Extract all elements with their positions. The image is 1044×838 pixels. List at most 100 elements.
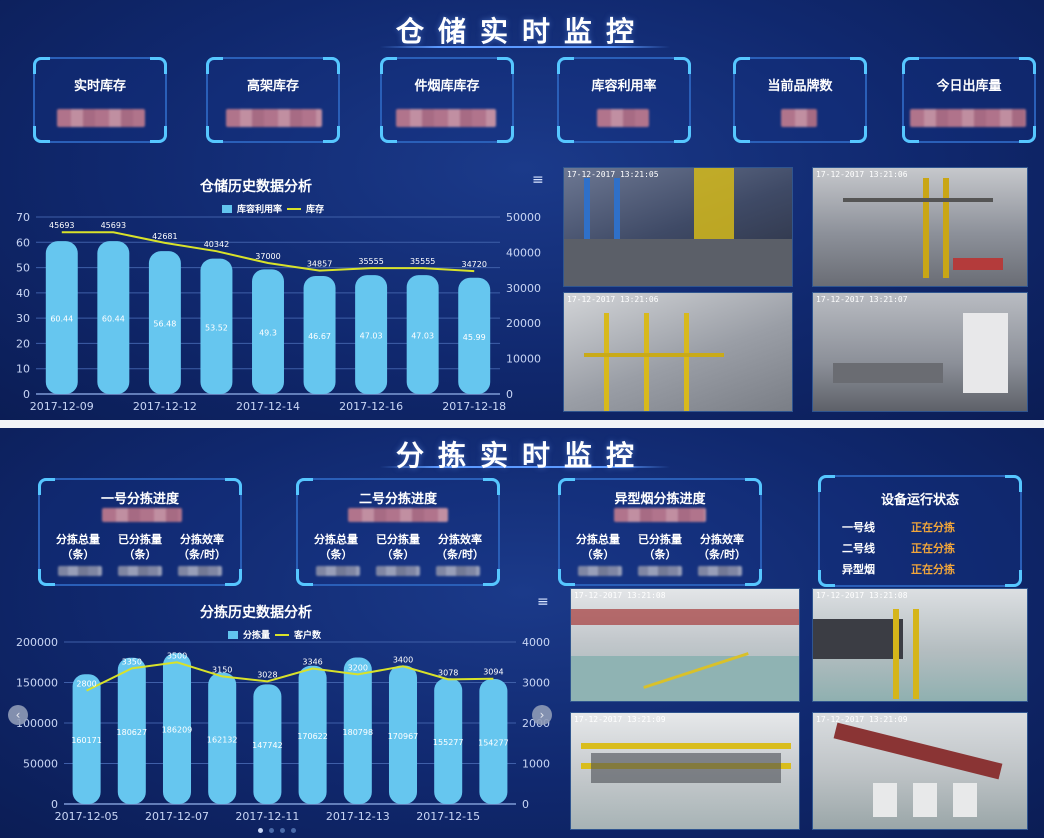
camera-feed[interactable]: 17-12-2017 13:21:08 <box>812 588 1028 702</box>
warehouse-history-chart: 0102030405060700100002000030000400005000… <box>16 211 541 413</box>
camera-feed[interactable]: 17-12-2017 13:21:05 <box>563 167 793 287</box>
masked-value <box>316 566 360 576</box>
y-tick-label-left: 10 <box>16 363 30 376</box>
bar-data-label: 47.03 <box>411 332 434 341</box>
line-data-label: 3346 <box>302 657 322 666</box>
y-tick-label-right: 0 <box>506 388 513 401</box>
camera-feed[interactable]: 17-12-2017 13:21:09 <box>812 712 1028 830</box>
equipment-status-card[interactable]: 设备运行状态 一号线 正在分拣 二号线 正在分拣 异型烟 正在分拣 <box>818 475 1022 587</box>
y-tick-label-left: 40 <box>16 287 30 300</box>
y-tick-label-right: 40000 <box>506 246 541 259</box>
sorting-progress-line-2[interactable]: 二号分拣进度 分拣总量（条） 已分拣量（条） 分拣效率（条/时） <box>296 478 500 586</box>
kpi-card-realtime-stock[interactable]: 实时库存 <box>33 57 167 143</box>
line-data-label: 45693 <box>49 221 74 230</box>
col-label-efficiency: 分拣效率（条/时） <box>697 533 747 561</box>
sorting-history-chart: 0500001000001500002000000100020003000400… <box>16 636 550 823</box>
bar-data-label: 186209 <box>162 726 193 735</box>
x-tick-label: 2017-12-15 <box>416 810 480 823</box>
kpi-card-capacity-usage[interactable]: 库容利用率 <box>557 57 691 143</box>
masked-value <box>436 566 480 576</box>
line-data-label: 45693 <box>101 221 126 230</box>
bar-data-label: 60.44 <box>50 315 73 324</box>
sorting-progress-special[interactable]: 异型烟分拣进度 分拣总量（条） 已分拣量（条） 分拣效率（条/时） <box>558 478 762 586</box>
col-label-sorted: 已分拣量（条） <box>638 533 682 561</box>
carousel-dot <box>269 828 274 833</box>
line-data-label: 3400 <box>393 655 413 664</box>
x-tick-label: 2017-12-18 <box>442 400 506 413</box>
camera-feed[interactable]: 17-12-2017 13:21:06 <box>812 167 1028 287</box>
col-label-total: 分拣总量（条） <box>314 533 358 561</box>
masked-value <box>102 508 182 522</box>
camera-timestamp: 17-12-2017 13:21:05 <box>567 170 659 179</box>
masked-value <box>597 109 649 127</box>
x-tick-label: 2017-12-12 <box>133 400 197 413</box>
status-row: 二号线 正在分拣 <box>842 540 955 556</box>
kpi-card-carton-stock[interactable]: 件烟库库存 <box>380 57 514 143</box>
line-data-label: 3500 <box>167 651 187 660</box>
x-tick-label: 2017-12-05 <box>55 810 119 823</box>
y-tick-label-left: 70 <box>16 211 30 224</box>
y-tick-label-right: 10000 <box>506 353 541 366</box>
kpi-label: 高架库存 <box>246 79 299 94</box>
masked-value <box>614 508 706 522</box>
y-tick-label-right: 3000 <box>522 677 550 690</box>
masked-value <box>781 109 817 127</box>
camera-feed[interactable]: 17-12-2017 13:21:06 <box>563 292 793 412</box>
y-tick-label-right: 30000 <box>506 282 541 295</box>
y-tick-label-right: 20000 <box>506 317 541 330</box>
kpi-card-high-bay-stock[interactable]: 高架库存 <box>206 57 340 143</box>
masked-value <box>910 109 1026 127</box>
y-tick-label-left: 60 <box>16 236 30 249</box>
line-data-label: 3350 <box>122 657 142 666</box>
carousel-prev-button[interactable]: ‹ <box>8 705 28 725</box>
masked-value <box>58 566 102 576</box>
masked-value <box>578 566 622 576</box>
carousel-dots[interactable] <box>258 828 296 833</box>
line-data-label: 3150 <box>212 665 232 674</box>
sorting-progress-title: 一号分拣进度 <box>100 492 179 507</box>
sorting-progress-title: 异型烟分拣进度 <box>614 492 706 507</box>
masked-value <box>698 566 742 576</box>
y-tick-label-left: 50000 <box>23 758 58 771</box>
status-title: 设备运行状态 <box>880 493 959 508</box>
kpi-label: 件烟库库存 <box>414 79 480 94</box>
x-tick-label: 2017-12-14 <box>236 400 300 413</box>
series-line <box>86 661 494 692</box>
carousel-next-button[interactable]: › <box>532 705 552 725</box>
kpi-label: 今日出库量 <box>936 79 1002 94</box>
panel-divider <box>0 420 1044 428</box>
kpi-label: 库容利用率 <box>591 79 657 94</box>
sorting-progress-line-1[interactable]: 一号分拣进度 分拣总量（条） 已分拣量（条） 分拣效率（条/时） <box>38 478 242 586</box>
status-row: 一号线 正在分拣 <box>842 519 955 535</box>
masked-value <box>118 566 162 576</box>
sorting-progress-title: 二号分拣进度 <box>358 492 437 507</box>
kpi-card-today-outbound[interactable]: 今日出库量 <box>902 57 1036 143</box>
camera-feed[interactable]: 17-12-2017 13:21:08 <box>570 588 800 702</box>
carousel-dot <box>258 828 263 833</box>
bar-data-label: 56.48 <box>153 320 176 329</box>
kpi-label: 实时库存 <box>73 79 126 94</box>
col-label-sorted: 已分拣量（条） <box>376 533 420 561</box>
y-tick-label-right: 50000 <box>506 211 541 224</box>
carousel-dot <box>280 828 285 833</box>
x-tick-label: 2017-12-09 <box>30 400 94 413</box>
bar-data-label: 154277 <box>478 739 509 748</box>
y-tick-label-left: 50 <box>16 262 30 275</box>
line-data-label: 42681 <box>152 232 177 241</box>
warehouse-panel: 仓储实时监控 实时库存 高架库存 件烟库库存 库容利用率 当前品牌数 今日出库量… <box>0 0 1044 420</box>
line-name: 异型烟 <box>842 563 875 576</box>
bar-data-label: 45.99 <box>463 333 486 342</box>
status-badge: 正在分拣 <box>911 563 955 576</box>
masked-value <box>348 508 448 522</box>
camera-timestamp: 17-12-2017 13:21:07 <box>816 295 908 304</box>
bar-data-label: 155277 <box>433 738 464 747</box>
bar-data-label: 49.3 <box>259 329 277 338</box>
line-data-label: 40342 <box>204 240 229 249</box>
y-tick-label-left: 200000 <box>16 636 58 649</box>
col-label-efficiency: 分拣效率（条/时） <box>177 533 227 561</box>
kpi-card-brand-count[interactable]: 当前品牌数 <box>733 57 867 143</box>
bar-data-label: 180627 <box>117 728 148 737</box>
camera-feed[interactable]: 17-12-2017 13:21:09 <box>570 712 800 830</box>
x-tick-label: 2017-12-11 <box>235 810 299 823</box>
camera-feed[interactable]: 17-12-2017 13:21:07 <box>812 292 1028 412</box>
